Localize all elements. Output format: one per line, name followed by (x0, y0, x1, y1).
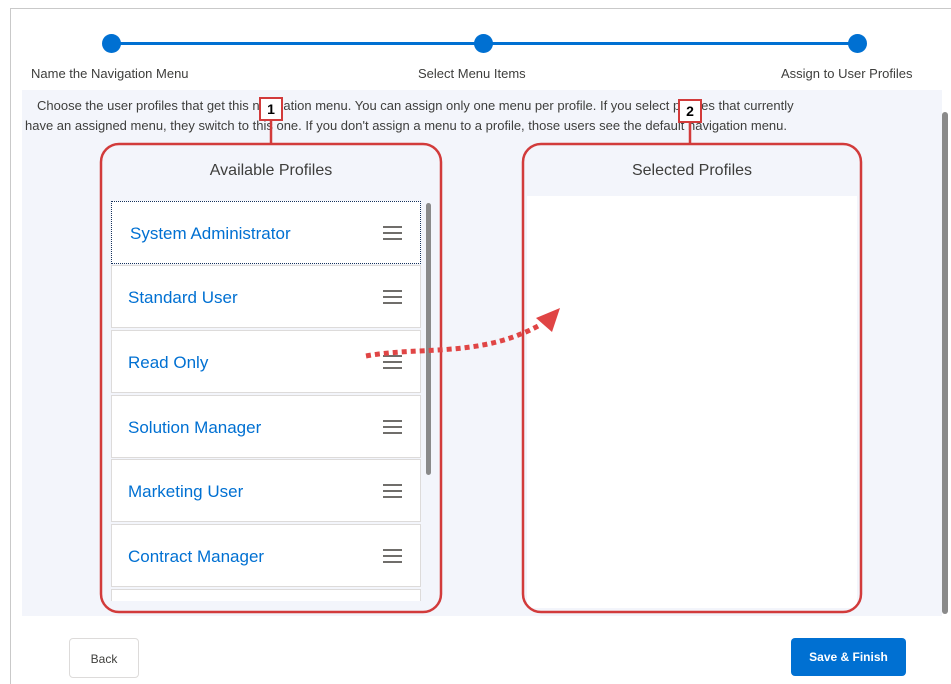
drag-handle-icon[interactable] (383, 355, 402, 369)
available-profiles-panel: Available Profiles System Administrator … (106, 146, 436, 608)
step-3-label: Assign to User Profiles (781, 66, 913, 81)
list-item[interactable] (111, 589, 421, 601)
available-profiles-title: Available Profiles (106, 146, 436, 196)
profile-label: Standard User (128, 288, 238, 307)
page-scrollbar[interactable] (942, 112, 948, 614)
instructions-text: Choose the user profiles that get this n… (25, 96, 917, 136)
list-item[interactable]: Contract Manager (111, 524, 421, 587)
drag-handle-icon[interactable] (383, 484, 402, 498)
list-scrollbar[interactable] (426, 203, 431, 475)
list-item[interactable]: Standard User (111, 265, 421, 328)
save-finish-button[interactable]: Save & Finish (791, 638, 906, 676)
profile-label: System Administrator (130, 224, 291, 243)
list-item[interactable]: Read Only (111, 330, 421, 393)
selected-profiles-title: Selected Profiles (527, 146, 857, 196)
profile-label: Solution Manager (128, 418, 262, 437)
profile-label: Contract Manager (128, 547, 265, 566)
selected-profiles-panel[interactable]: Selected Profiles (527, 146, 857, 608)
instructions-line-2: have an assigned menu, they switch to th… (25, 118, 788, 133)
available-profiles-list: System Administrator Standard User Read … (111, 201, 421, 601)
back-button[interactable]: Back (69, 638, 139, 678)
list-item[interactable]: System Administrator (111, 201, 421, 264)
drag-handle-icon[interactable] (383, 290, 402, 304)
callout-badge-1: 1 (259, 97, 283, 121)
step-1-marker[interactable] (102, 34, 121, 53)
callout-badge-2: 2 (678, 99, 702, 123)
step-1-label: Name the Navigation Menu (31, 66, 189, 81)
drag-handle-icon[interactable] (383, 226, 402, 240)
step-3-marker[interactable] (848, 34, 867, 53)
profile-label: Marketing User (128, 482, 244, 501)
drag-handle-icon[interactable] (383, 420, 402, 434)
step-2-label: Select Menu Items (418, 66, 526, 81)
list-item[interactable]: Solution Manager (111, 395, 421, 458)
list-item[interactable]: Marketing User (111, 459, 421, 522)
profile-label: Read Only (128, 353, 209, 372)
step-2-marker[interactable] (474, 34, 493, 53)
drag-handle-icon[interactable] (383, 549, 402, 563)
instructions-line-1: Choose the user profiles that get this n… (37, 98, 794, 113)
